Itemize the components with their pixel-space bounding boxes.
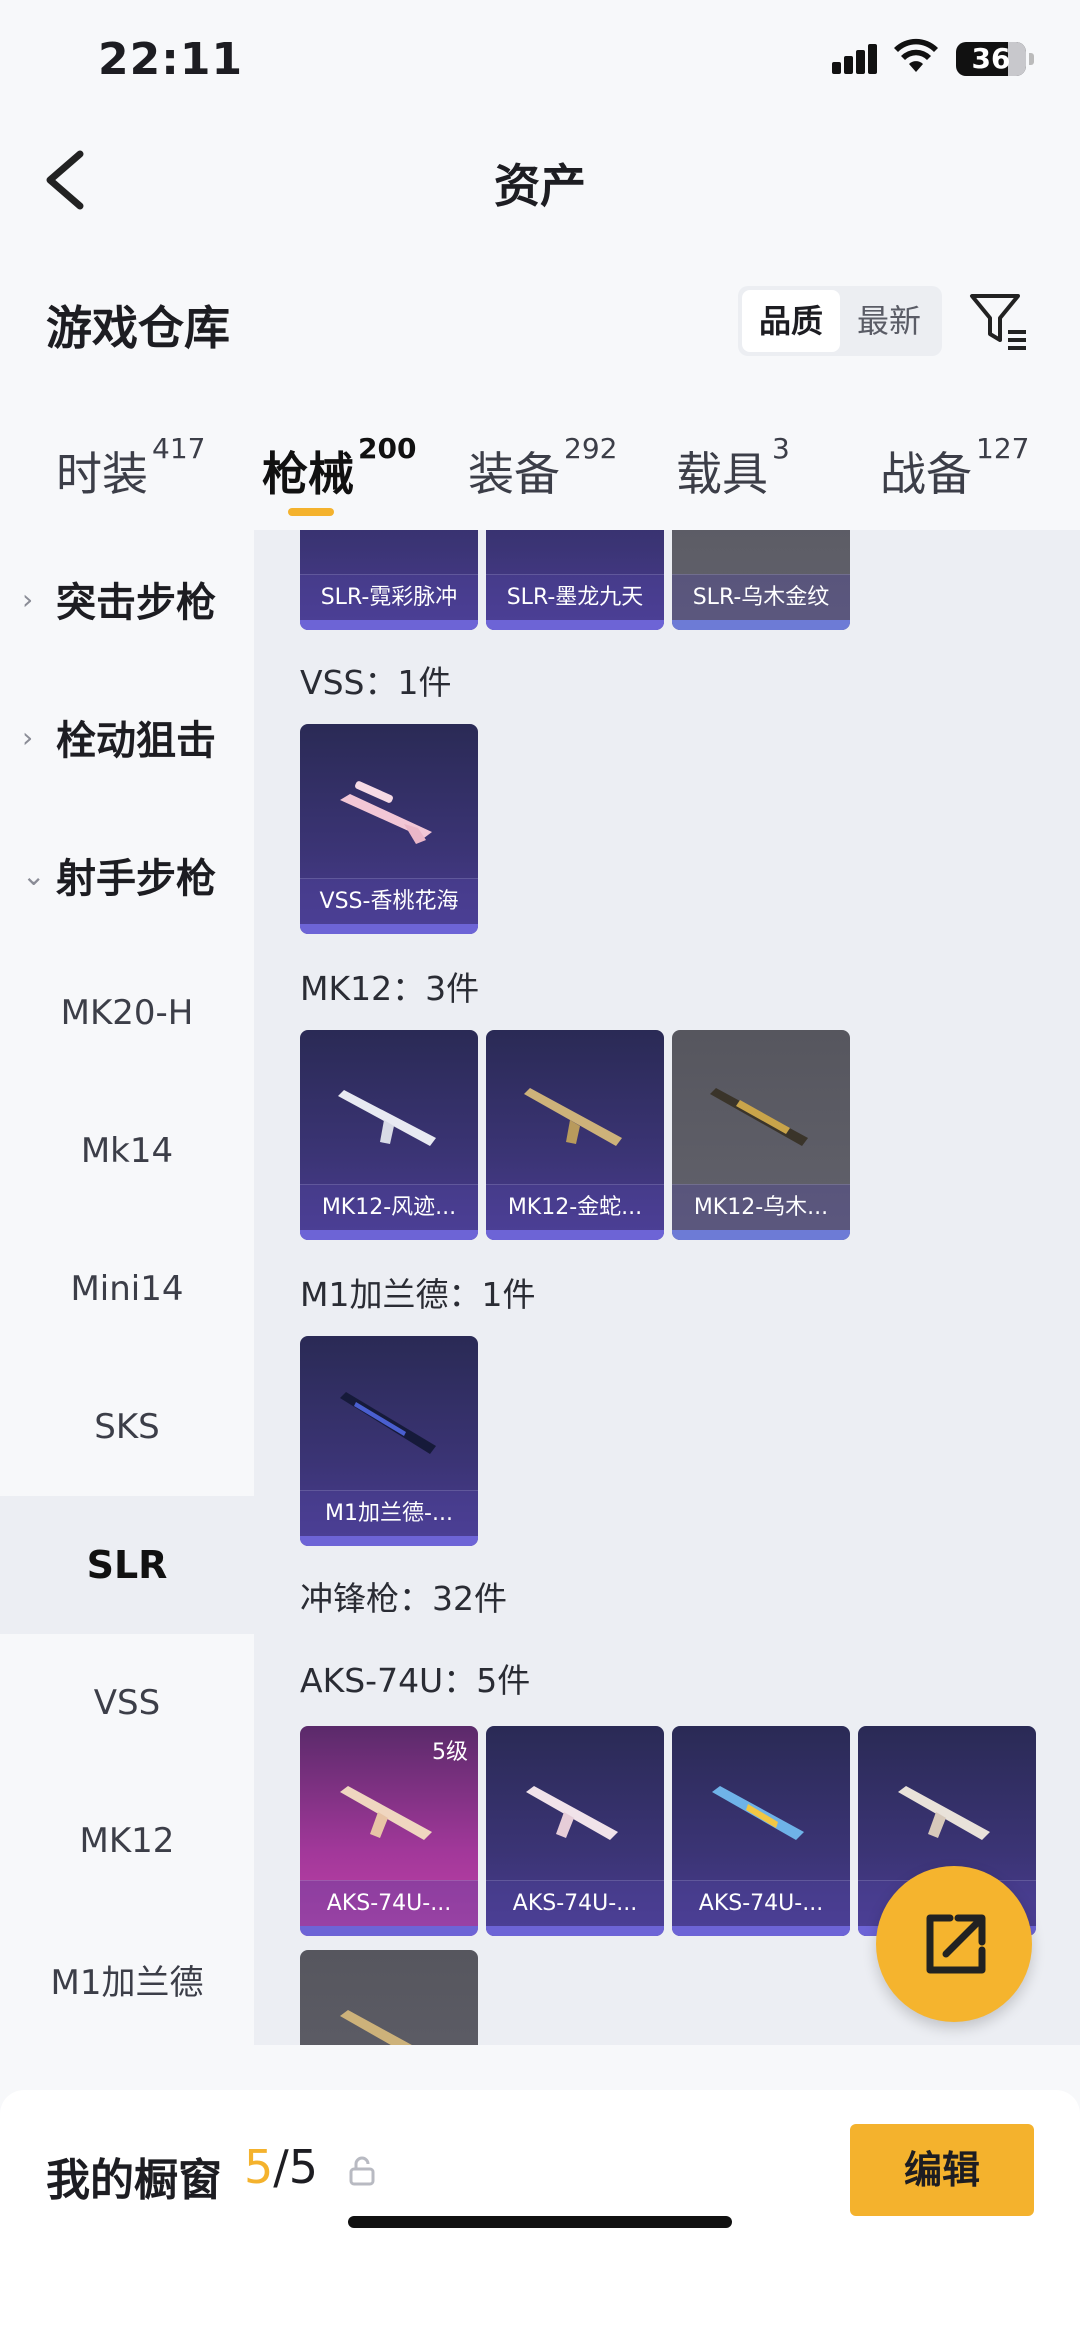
weapon-grid: SLR-霓彩脉冲 SLR-墨龙九天 SLR-乌木金纹 VSS：1件 VSS-香桃…: [254, 530, 1080, 2045]
sidebar-item-vss[interactable]: VSS: [0, 1634, 254, 1772]
external-link-icon: [926, 1914, 986, 1974]
wifi-icon: [894, 38, 938, 72]
sidebar-item-m1-garand[interactable]: M1加兰德: [0, 1910, 254, 2048]
category-tabs: 时装 417 枪械 200 装备 292 载具 3 战备 127: [0, 420, 1080, 530]
weapon-card-label: SLR-霓彩脉冲: [300, 574, 478, 620]
section-header-mk12: MK12：3件: [300, 969, 480, 1008]
tab-vehicles[interactable]: 载具 3: [676, 432, 790, 504]
filter-icon[interactable]: [968, 290, 1030, 352]
battery-icon: 36: [956, 42, 1034, 76]
edit-button[interactable]: 编辑: [850, 2124, 1034, 2216]
sidebar-item-slr[interactable]: SLR: [0, 1496, 254, 1634]
section-header-m1-garand: M1加兰德：1件: [300, 1275, 536, 1314]
sidebar-item-mk12[interactable]: MK12: [0, 1772, 254, 1910]
sort-toggle: 品质 最新: [738, 286, 942, 356]
weapon-card[interactable]: MK12-风迹...: [300, 1030, 478, 1240]
weapon-card[interactable]: SLR-墨龙九天: [486, 530, 664, 630]
rifle-icon: [898, 1786, 990, 1840]
weapon-card[interactable]: SLR-乌木金纹: [672, 530, 850, 630]
showcase-count: 5/5: [244, 2140, 319, 2194]
rifle-icon: [710, 1088, 808, 1146]
sort-latest-button[interactable]: 最新: [840, 290, 938, 352]
chevron-right-icon: ›: [22, 720, 34, 754]
rifle-icon: [340, 1392, 436, 1454]
section-header-vss: VSS：1件: [300, 663, 452, 702]
rifle-icon: [340, 1786, 432, 1840]
weapon-card-label: MK12-乌木...: [672, 1184, 850, 1230]
sidebar-item-mk14[interactable]: Mk14: [0, 1082, 254, 1220]
weapon-card-label: MK12-金蛇...: [486, 1184, 664, 1230]
home-indicator[interactable]: [348, 2216, 732, 2228]
weapon-card[interactable]: VSS-香桃花海: [300, 724, 478, 934]
sidebar-item-assault-rifle[interactable]: › 突击步枪: [0, 530, 254, 668]
level-badge: 5级: [432, 1740, 468, 1765]
weapon-card-label: MK12-风迹...: [300, 1184, 478, 1230]
rifle-icon: [340, 781, 432, 844]
weapon-category-sidebar: › 突击步枪 › 栓动狙击 ⌄ 射手步枪 MK20-H Mk14 Mini14 SKS…: [0, 530, 254, 2045]
sidebar-item-mini14[interactable]: Mini14: [0, 1220, 254, 1358]
sidebar-item-sks[interactable]: SKS: [0, 1358, 254, 1496]
weapon-card-label: AKS-74U-...: [486, 1880, 664, 1926]
rifle-icon: [524, 1088, 622, 1146]
weapon-card-label: AKS-74U-...: [672, 1880, 850, 1926]
weapon-card[interactable]: MK12-乌木...: [672, 1030, 850, 1240]
tab-fashion[interactable]: 时装 417: [56, 432, 205, 504]
section-header-aks74u: AKS-74U：5件: [300, 1661, 531, 1700]
cellular-signal-icon: [832, 44, 878, 74]
sidebar-item-mk20h[interactable]: MK20-H: [0, 944, 254, 1082]
chevron-right-icon: ›: [22, 582, 34, 616]
weapon-card[interactable]: AKS-74U-...: [486, 1726, 664, 1936]
section-header-smg: 冲锋枪：32件: [300, 1579, 507, 1618]
rifle-icon: [526, 1786, 618, 1840]
weapon-card[interactable]: 5级 AKS-74U-...: [300, 1726, 478, 1936]
sidebar-item-bolt-sniper[interactable]: › 栓动狙击: [0, 668, 254, 806]
rifle-icon: [340, 2010, 412, 2045]
weapon-card-label: M1加兰德-...: [300, 1490, 478, 1536]
showcase-title: 我的橱窗: [46, 2155, 222, 2206]
sidebar-item-marksman-rifle[interactable]: ⌄ 射手步枪: [0, 806, 254, 944]
page-title: 资产: [494, 159, 586, 213]
status-bar: 22:11 36: [0, 0, 1080, 120]
rifle-icon: [338, 1090, 436, 1146]
weapon-card-label: AKS-74U-...: [300, 1880, 478, 1926]
weapon-card-label: SLR-墨龙九天: [486, 574, 664, 620]
rifle-icon: [712, 1786, 804, 1840]
tab-equipment[interactable]: 装备 292: [468, 432, 617, 504]
weapon-card[interactable]: AKS-74U-...: [672, 1726, 850, 1936]
weapon-card[interactable]: [300, 1950, 478, 2045]
weapon-card-label: SLR-乌木金纹: [672, 574, 850, 620]
chevron-down-icon: ⌄: [22, 858, 46, 892]
clock: 22:11: [98, 34, 244, 85]
weapon-card[interactable]: MK12-金蛇...: [486, 1030, 664, 1240]
weapon-card[interactable]: M1加兰德-...: [300, 1336, 478, 1546]
weapon-card-label: VSS-香桃花海: [300, 878, 478, 924]
lock-icon: [349, 2156, 375, 2186]
share-button[interactable]: [876, 1866, 1032, 2022]
active-tab-indicator: [288, 508, 334, 516]
showcase-bar: 我的橱窗 5/5 编辑: [0, 2090, 1080, 2339]
tab-supplies[interactable]: 战备 127: [880, 432, 1029, 504]
tab-firearms[interactable]: 枪械 200: [262, 432, 416, 504]
sort-quality-button[interactable]: 品质: [742, 290, 840, 352]
warehouse-title: 游戏仓库: [46, 301, 230, 355]
weapon-card[interactable]: SLR-霓彩脉冲: [300, 530, 478, 630]
